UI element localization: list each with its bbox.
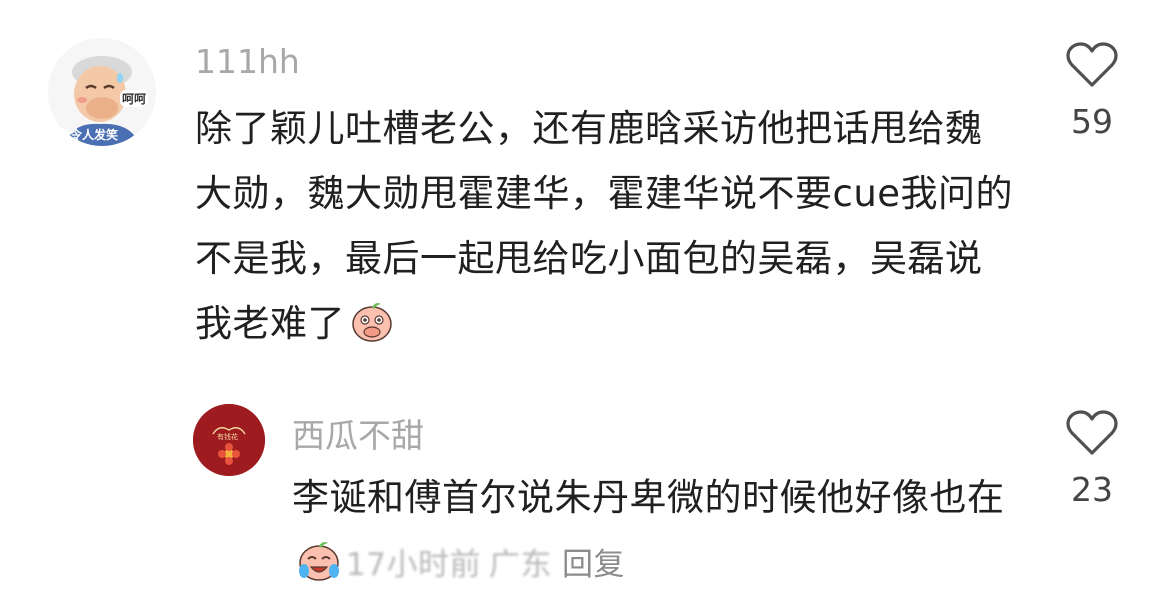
comment-text-content: 李诞和傅首尔说朱丹卑微的时候他好像也在 (292, 476, 1005, 519)
avatar-caption-text: 有钱花 (217, 433, 238, 441)
heart-icon[interactable] (1052, 410, 1132, 456)
username[interactable]: 111hh (195, 42, 300, 82)
comment-text-content: 除了颖儿吐槽老公，还有鹿晗采访他把话甩给魏大勋，魏大勋甩霍建华，霍建华说不要cu… (195, 107, 1014, 345)
comment-text: 李诞和傅首尔说朱丹卑微的时候他好像也在 17小时前 广东 回复 (292, 465, 1012, 598)
like-count: 59 (1071, 102, 1113, 141)
comment-text: 除了颖儿吐槽老公，还有鹿晗采访他把话甩给魏大勋，魏大勋甩霍建华，霍建华说不要cu… (195, 96, 1015, 356)
crying-laughing-emoji (296, 537, 342, 583)
covering-mouth-laugh-emoji (349, 298, 395, 344)
comment-meta: 17小时前 广东 回复 (346, 547, 625, 583)
comment-location: 广东 (488, 547, 552, 583)
like-area: 59 (1052, 42, 1132, 142)
avatar-caption-text: 是令人发笑 (58, 128, 119, 142)
like-area: 23 (1052, 410, 1132, 510)
comment-time: 17小时前 (346, 547, 481, 583)
avatar[interactable]: 有钱花 (193, 404, 265, 476)
reply-button[interactable]: 回复 (562, 547, 625, 583)
avatar[interactable]: 呵呵 是令人发笑 (48, 38, 156, 146)
username[interactable]: 西瓜不甜 (292, 416, 424, 456)
heart-icon[interactable] (1052, 42, 1132, 88)
like-count: 23 (1071, 470, 1113, 509)
avatar-badge-text: 呵呵 (120, 90, 149, 107)
